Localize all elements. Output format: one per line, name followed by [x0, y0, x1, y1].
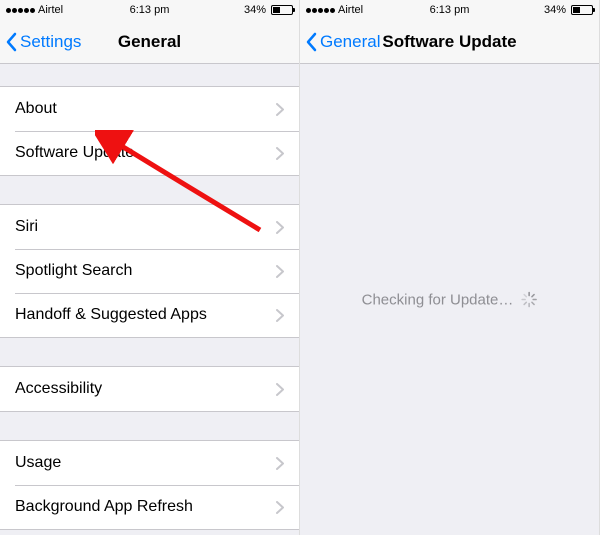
signal-dots-icon [6, 8, 35, 13]
chevron-right-icon [276, 309, 284, 322]
row-software-update[interactable]: Software Update [0, 131, 299, 175]
row-label: Handoff & Suggested Apps [15, 306, 276, 324]
nav-bar: General Software Update [300, 20, 599, 64]
chevron-right-icon [276, 265, 284, 278]
signal-dots-icon [306, 8, 335, 13]
general-settings-screen: Airtel 6:13 pm 34% Settings General Abou… [0, 0, 300, 535]
clock-label: 6:13 pm [130, 4, 170, 16]
page-title: Software Update [382, 32, 516, 52]
page-title: General [118, 32, 181, 52]
battery-icon [569, 5, 593, 15]
content: About Software Update Siri Spotlight Sea… [0, 64, 299, 535]
row-label: Software Update [15, 144, 276, 162]
chevron-right-icon [276, 147, 284, 160]
row-background-app-refresh[interactable]: Background App Refresh [0, 485, 299, 529]
battery-pct-label: 34% [544, 4, 566, 16]
row-about[interactable]: About [0, 87, 299, 131]
status-bar: Airtel 6:13 pm 34% [300, 0, 599, 20]
checking-message: Checking for Update… [362, 291, 538, 308]
row-accessibility[interactable]: Accessibility [0, 367, 299, 411]
spinner-icon [521, 292, 537, 308]
row-label: Siri [15, 218, 276, 236]
checking-text: Checking for Update… [362, 291, 514, 308]
carrier-label: Airtel [38, 4, 63, 16]
back-button[interactable]: Settings [6, 32, 81, 52]
row-label: Background App Refresh [15, 498, 276, 516]
chevron-right-icon [276, 221, 284, 234]
battery-icon [269, 5, 293, 15]
content: Checking for Update… [300, 64, 599, 535]
back-label: General [320, 32, 380, 52]
chevron-right-icon [276, 383, 284, 396]
nav-bar: Settings General [0, 20, 299, 64]
chevron-left-icon [306, 32, 318, 52]
row-usage[interactable]: Usage [0, 441, 299, 485]
row-label: Spotlight Search [15, 262, 276, 280]
row-siri[interactable]: Siri [0, 205, 299, 249]
row-label: Usage [15, 454, 276, 472]
row-label: About [15, 100, 276, 118]
back-button[interactable]: General [306, 32, 380, 52]
clock-label: 6:13 pm [430, 4, 470, 16]
chevron-right-icon [276, 457, 284, 470]
status-bar: Airtel 6:13 pm 34% [0, 0, 299, 20]
chevron-right-icon [276, 103, 284, 116]
chevron-left-icon [6, 32, 18, 52]
chevron-right-icon [276, 501, 284, 514]
software-update-screen: Airtel 6:13 pm 34% General Software Upda… [300, 0, 600, 535]
carrier-label: Airtel [338, 4, 363, 16]
row-handoff[interactable]: Handoff & Suggested Apps [0, 293, 299, 337]
row-label: Accessibility [15, 380, 276, 398]
row-spotlight-search[interactable]: Spotlight Search [0, 249, 299, 293]
battery-pct-label: 34% [244, 4, 266, 16]
back-label: Settings [20, 32, 81, 52]
